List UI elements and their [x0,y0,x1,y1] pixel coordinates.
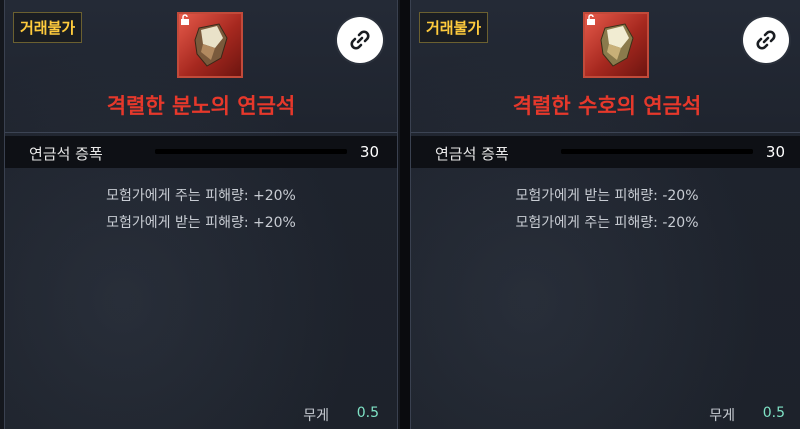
alchemy-stone-rage-icon[interactable] [177,12,243,78]
item-tooltip-left: 거래불가 격렬한 분노의 연금석 연금석 증폭 30 모험가에게 주는 피해량:… [4,0,398,429]
effects-list: 모험가에게 주는 피해량: +20% 모험가에게 받는 피해량: +20% [5,183,397,237]
weight-label: 무게 [303,408,329,424]
stat-bar [561,149,753,154]
link-icon [350,30,370,50]
weight-value: 0.5 [356,405,379,421]
effect-line: 모험가에게 주는 피해량: +20% [106,188,296,204]
amplification-stat-row: 연금석 증폭 30 [5,136,397,168]
effect-line: 모험가에게 받는 피해량: +20% [106,215,296,231]
effect-line: 모험가에게 주는 피해량: -20% [515,215,699,231]
alchemy-stone-guard-icon[interactable] [583,12,649,78]
stat-label: 연금석 증폭 [29,145,103,163]
stat-value: 30 [765,143,785,161]
link-button[interactable] [337,17,383,63]
stat-bar [155,149,347,154]
item-title: 격렬한 분노의 연금석 [106,94,296,118]
untradeable-badge: 거래불가 [13,12,83,43]
item-title: 격렬한 수호의 연금석 [512,94,702,118]
link-icon [756,30,776,50]
weight-value: 0.5 [762,405,785,421]
link-button[interactable] [743,17,789,63]
effects-list: 모험가에게 받는 피해량: -20% 모험가에게 주는 피해량: -20% [411,183,800,237]
effect-line: 모험가에게 받는 피해량: -20% [515,188,699,204]
divider [5,132,397,133]
stat-value: 30 [359,143,379,161]
lock-icon [181,14,189,25]
lock-icon [587,14,595,25]
weight-label: 무게 [709,408,735,424]
amplification-stat-row: 연금석 증폭 30 [411,136,800,168]
stat-label: 연금석 증폭 [435,145,509,163]
untradeable-badge: 거래불가 [419,12,489,43]
divider [411,132,800,133]
item-tooltip-right: 거래불가 격렬한 수호의 연금석 연금석 증폭 30 모험가에게 받는 피해량:… [410,0,800,429]
